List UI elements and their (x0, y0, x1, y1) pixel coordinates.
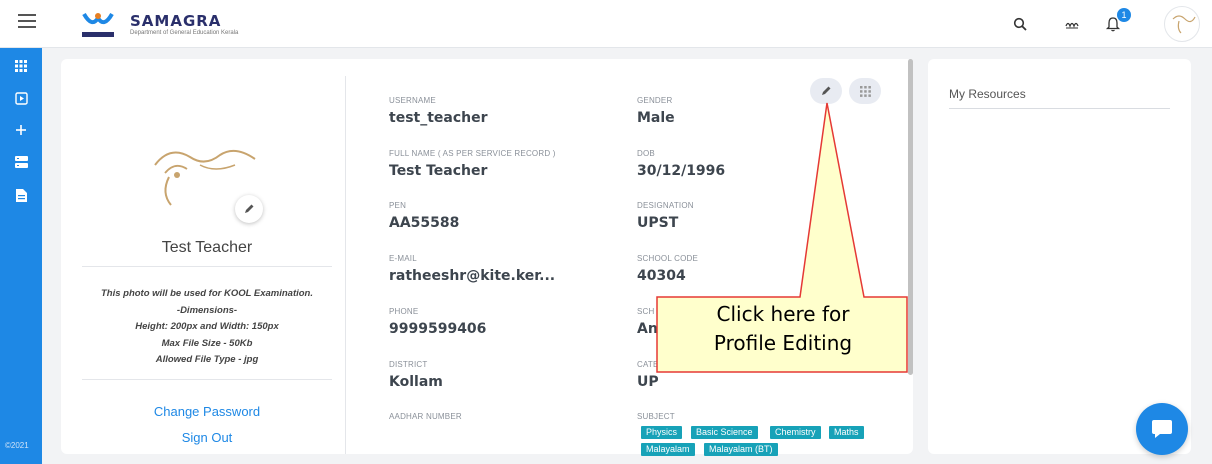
school-code-value: 40304 (637, 268, 686, 284)
full-name-label: FULL NAME ( AS PER SERVICE RECORD ) (389, 149, 556, 158)
document-icon[interactable] (11, 185, 31, 205)
resources-card (928, 59, 1191, 454)
photo-note-line: Height: 200px and Width: 150px (135, 321, 279, 332)
apps-grid-icon[interactable] (11, 56, 31, 76)
photo-note-line: Allowed File Type - jpg (155, 354, 259, 365)
search-icon[interactable] (1008, 12, 1032, 36)
gender-value: Male (637, 110, 675, 126)
photo-note-line: This photo will be used for KOOL Examina… (100, 288, 313, 299)
profile-name: Test Teacher (161, 239, 253, 256)
email-label: E-MAIL (389, 254, 417, 263)
video-play-icon[interactable] (11, 88, 31, 108)
resources-title: My Resources (949, 87, 1026, 101)
callout-line: Profile Editing (713, 331, 853, 355)
subject-tag: Basic Science (691, 426, 758, 439)
dob-value: 30/12/1996 (637, 163, 726, 179)
divider (949, 108, 1170, 109)
subject-tag: Chemistry (770, 426, 821, 439)
callout-text: Click here for Profile Editing (660, 300, 906, 358)
district-value: Kollam (389, 374, 443, 390)
subject-tag: Maths (829, 426, 864, 439)
dob-label: DOB (637, 149, 655, 158)
notification-bell-icon[interactable]: 1 (1101, 8, 1131, 36)
divider (82, 266, 332, 267)
divider (82, 379, 332, 380)
photo-note-line: -Dimensions- (176, 304, 238, 316)
language-icon[interactable] (1060, 12, 1084, 36)
email-value: ratheeshr@kite.ker... (389, 268, 556, 284)
school-label: SCH (637, 307, 655, 316)
profile-edit-button[interactable] (810, 78, 842, 104)
brand-subtitle: Department of General Education Kerala (130, 30, 239, 36)
pen-label: PEN (389, 201, 407, 210)
samagra-logo (78, 10, 118, 40)
phone-value: 9999599406 (389, 321, 487, 337)
gender-label: GENDER (637, 96, 673, 105)
storage-icon[interactable] (11, 152, 31, 172)
category-label: CATE (637, 360, 659, 369)
district-label: DISTRICT (389, 360, 428, 369)
vertical-divider (345, 76, 346, 454)
chat-button[interactable] (1136, 403, 1188, 455)
notification-badge: 1 (1117, 8, 1131, 22)
pen-value: AA55588 (389, 215, 460, 231)
designation-value: UPST (637, 215, 679, 231)
top-bar: SAMAGRA Department of General Education … (0, 0, 1212, 48)
username-label: USERNAME (389, 96, 436, 105)
sidebar: ©2021 (0, 48, 42, 464)
subject-tag: Malayalam (BT) (704, 443, 778, 456)
user-avatar[interactable] (1164, 6, 1200, 42)
photo-note: This photo will be used for KOOL Examina… (82, 286, 332, 369)
callout-line: Click here for (716, 302, 850, 326)
add-icon[interactable] (11, 120, 31, 140)
scrollbar-thumb[interactable] (908, 59, 913, 375)
subject-label: SUBJECT (637, 412, 675, 421)
change-password-link[interactable]: Change Password (82, 404, 332, 419)
photo-edit-button[interactable] (235, 195, 263, 223)
designation-label: DESIGNATION (637, 201, 694, 210)
school-value: An (637, 321, 658, 337)
subject-tag: Physics (641, 426, 683, 439)
copyright-year: ©2021 (5, 441, 29, 450)
hamburger-menu-icon[interactable] (18, 14, 36, 28)
subject-tag: Malayalam (641, 443, 695, 456)
phone-label: PHONE (389, 307, 419, 316)
full-name-value: Test Teacher (389, 163, 488, 179)
username-value: test_teacher (389, 110, 488, 126)
school-code-label: SCHOOL CODE (637, 254, 699, 263)
grid-menu-button[interactable] (849, 78, 881, 104)
aadhar-label: AADHAR NUMBER (389, 412, 462, 421)
category-value: UP (637, 374, 659, 390)
sign-out-link[interactable]: Sign Out (82, 430, 332, 445)
brand-name: SAMAGRA (130, 12, 222, 30)
photo-note-line: Max File Size - 50Kb (161, 337, 253, 349)
